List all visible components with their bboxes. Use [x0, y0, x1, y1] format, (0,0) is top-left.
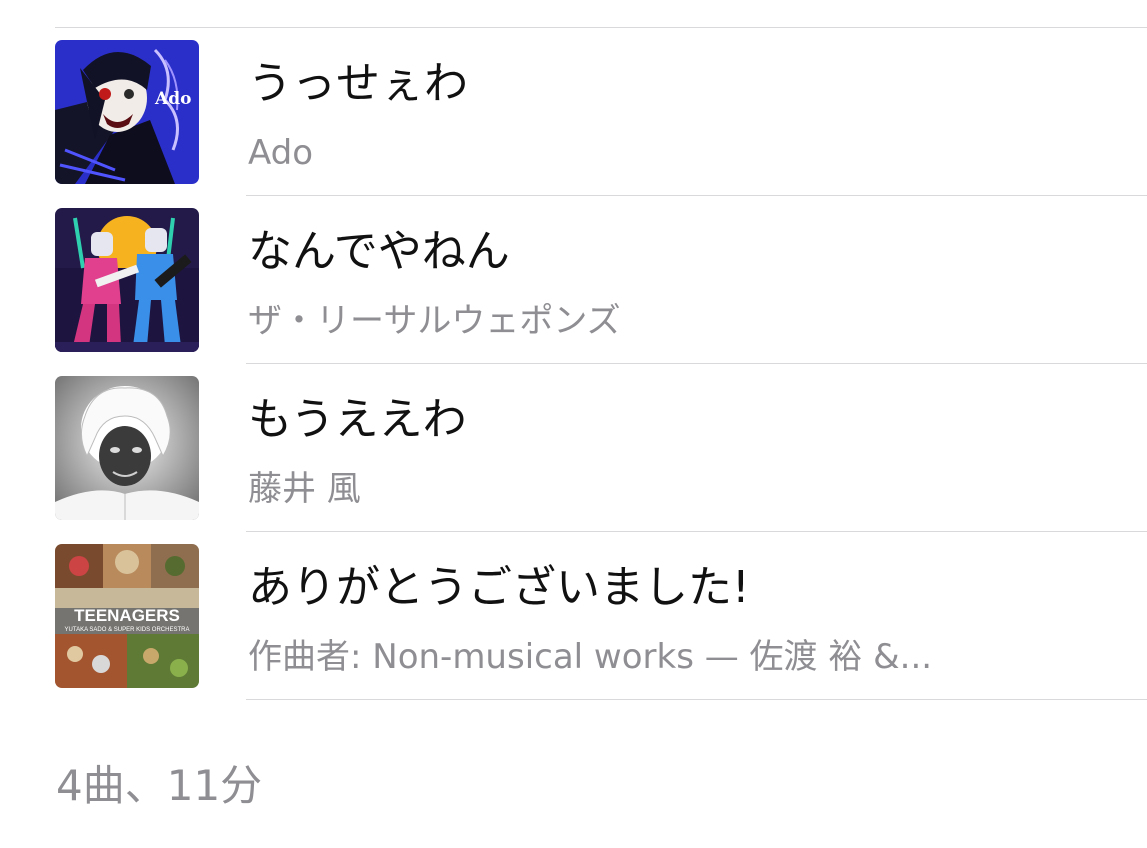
track-row-4[interactable]: TEENAGERS YUTAKA SADO & SUPER KIDS ORCHE… — [0, 532, 1147, 700]
track-artist: ザ・リーサルウェポンズ — [248, 301, 621, 341]
ado-artwork-text: Ado — [154, 89, 191, 109]
track-title: もうええわ — [248, 394, 467, 445]
track-artist: 藤井 風 — [248, 469, 361, 509]
row-divider — [246, 699, 1147, 700]
track-title: うっせぇわ — [248, 58, 468, 109]
track-artist: Ado — [248, 133, 314, 173]
album-artwork-ado: Ado — [55, 40, 199, 184]
teenagers-artwork-subtext: YUTAKA SADO & SUPER KIDS ORCHESTRA — [65, 627, 190, 633]
track-row-2[interactable]: なんでやねん ザ・リーサルウェポンズ — [0, 196, 1147, 364]
track-list: Ado うっせぇわ Ado なんでやねん ザ・リーサルウェポンズ もうええわ 藤… — [0, 28, 1147, 700]
track-row-3[interactable]: もうええわ 藤井 風 — [0, 364, 1147, 532]
album-artwork-teenagers: TEENAGERS YUTAKA SADO & SUPER KIDS ORCHE… — [55, 544, 199, 688]
teenagers-artwork-text: TEENAGERS — [74, 606, 180, 625]
playlist-summary: 4曲、11分 — [56, 761, 263, 810]
track-title: ありがとうございました! — [248, 562, 750, 613]
track-row-1[interactable]: Ado うっせぇわ Ado — [0, 28, 1147, 196]
album-artwork-lethal-weapons — [55, 208, 199, 352]
album-artwork-fujii-kaze — [55, 376, 199, 520]
track-artist: 作曲者: Non-musical works — 佐渡 裕 &... — [248, 637, 933, 677]
track-title: なんでやねん — [248, 226, 510, 277]
